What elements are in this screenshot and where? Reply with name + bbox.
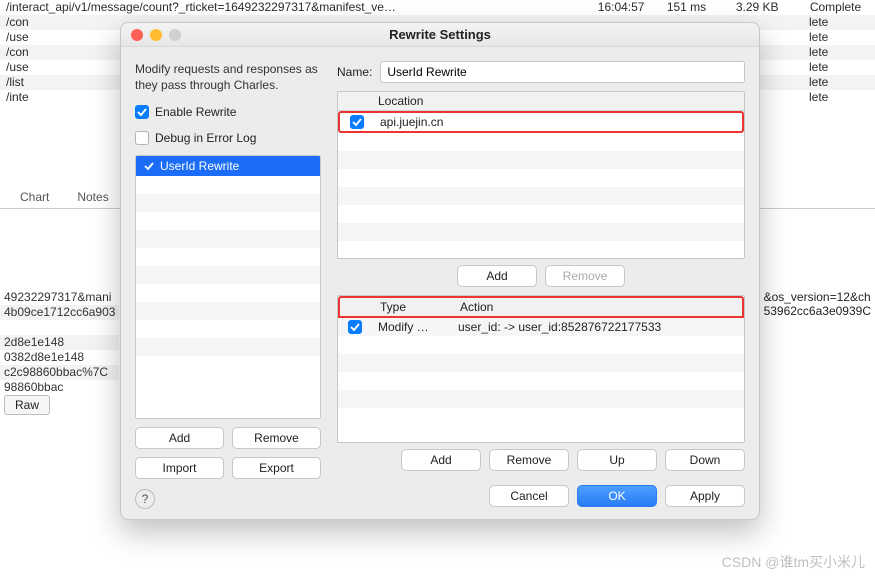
- rules-down-button[interactable]: Down: [665, 449, 745, 471]
- bg-row: /interact_api/v1/message/count?_rticket=…: [0, 0, 875, 15]
- tab-notes[interactable]: Notes: [63, 186, 122, 208]
- checkbox-icon[interactable]: [348, 320, 362, 334]
- action-header[interactable]: Action: [454, 298, 742, 316]
- rule-type: Modify …: [372, 318, 452, 336]
- rules-remove-button[interactable]: Remove: [489, 449, 569, 471]
- debug-log-label: Debug in Error Log: [155, 131, 256, 145]
- rules-table: Type Action Modify … user_id: -> user_id…: [337, 295, 745, 443]
- rewrite-set-label: UserId Rewrite: [160, 159, 239, 173]
- locations-remove-button[interactable]: Remove: [545, 265, 625, 287]
- sets-export-button[interactable]: Export: [232, 457, 321, 479]
- location-value: api.juejin.cn: [374, 113, 742, 131]
- locations-add-button[interactable]: Add: [457, 265, 537, 287]
- apply-button[interactable]: Apply: [665, 485, 745, 507]
- tab-chart[interactable]: Chart: [6, 186, 63, 208]
- type-header[interactable]: Type: [374, 298, 454, 316]
- checkbox-icon[interactable]: [350, 115, 364, 129]
- sets-add-button[interactable]: Add: [135, 427, 224, 449]
- locations-table: Location api.juejin.cn: [337, 91, 745, 259]
- dialog-title: Rewrite Settings: [121, 27, 759, 42]
- rewrite-settings-dialog: Rewrite Settings Modify requests and res…: [120, 22, 760, 520]
- checkbox-icon: [135, 131, 149, 145]
- checkbox-icon: [135, 105, 149, 119]
- sets-remove-button[interactable]: Remove: [232, 427, 321, 449]
- rule-action: user_id: -> user_id:852876722177533: [452, 318, 744, 336]
- minimize-icon[interactable]: [150, 29, 162, 41]
- location-row[interactable]: api.juejin.cn: [338, 111, 744, 133]
- location-header[interactable]: Location: [372, 92, 744, 110]
- raw-tab[interactable]: Raw: [4, 395, 50, 415]
- ok-button[interactable]: OK: [577, 485, 657, 507]
- rules-add-button[interactable]: Add: [401, 449, 481, 471]
- watermark: CSDN @谁tm买小米儿: [722, 552, 865, 572]
- enable-rewrite-checkbox[interactable]: Enable Rewrite: [135, 105, 321, 119]
- sets-import-button[interactable]: Import: [135, 457, 224, 479]
- name-label: Name:: [337, 65, 372, 79]
- rule-row[interactable]: Modify … user_id: -> user_id:85287672217…: [338, 318, 744, 336]
- enable-rewrite-label: Enable Rewrite: [155, 105, 236, 119]
- dialog-description: Modify requests and responses as they pa…: [135, 61, 321, 93]
- titlebar: Rewrite Settings: [121, 23, 759, 47]
- help-button[interactable]: ?: [135, 489, 155, 509]
- close-icon[interactable]: [131, 29, 143, 41]
- debug-log-checkbox[interactable]: Debug in Error Log: [135, 131, 321, 145]
- name-input[interactable]: [380, 61, 745, 83]
- cancel-button[interactable]: Cancel: [489, 485, 569, 507]
- rewrite-sets-list[interactable]: UserId Rewrite: [135, 155, 321, 419]
- zoom-icon: [169, 29, 181, 41]
- rewrite-set-item: UserId Rewrite: [136, 156, 320, 176]
- rules-up-button[interactable]: Up: [577, 449, 657, 471]
- snippet-right: &os_version=12&ch 53962cc6a3e0939C: [764, 290, 871, 318]
- request-snippet: 49232297317&mani 4b09ce1712cc6a903 2d8e1…: [0, 290, 119, 395]
- check-icon: [144, 161, 154, 171]
